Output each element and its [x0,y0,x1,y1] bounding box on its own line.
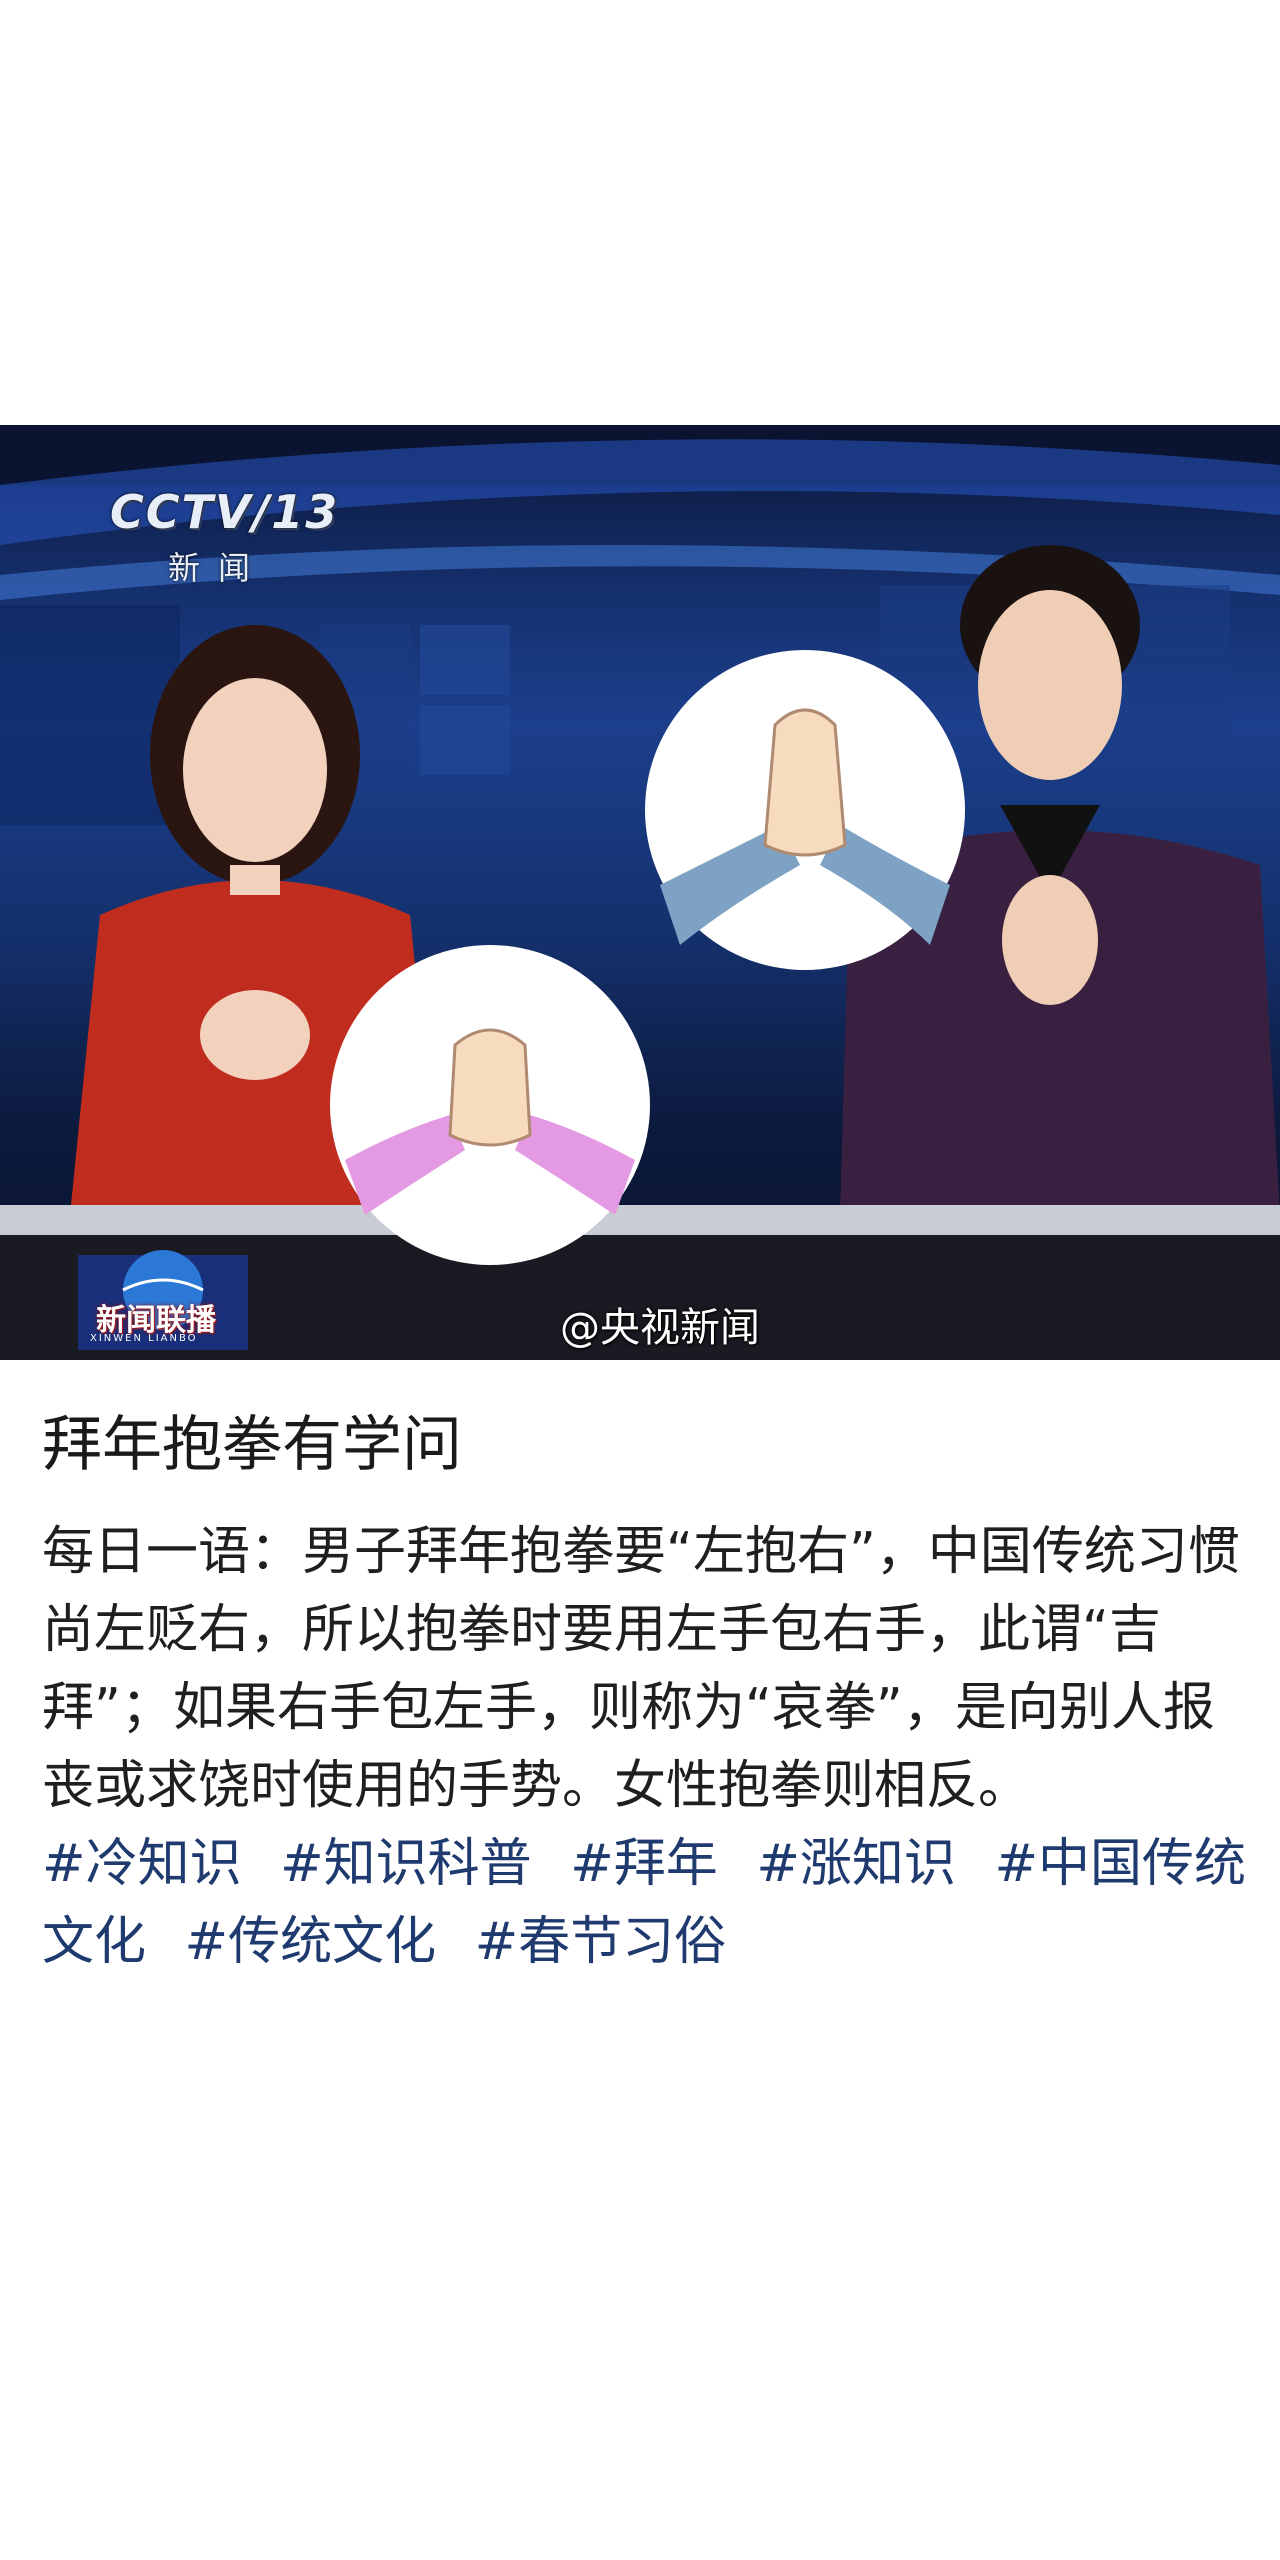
channel-logo: CCTV/13 [110,485,340,539]
hashtag-link[interactable]: #知识科普 [280,1834,532,1894]
hashtag-link[interactable]: #春节习俗 [475,1912,727,1972]
hashtag-link[interactable]: #冷知识 [42,1834,242,1894]
hashtag-link[interactable]: #涨知识 [756,1834,956,1894]
post-image[interactable]: CCTV/13 新闻 新闻联播 XINWEN LIANBO @央视新闻 [0,425,1280,1360]
male-gesture-illustration [645,650,965,970]
channel-subtitle: 新闻 [168,549,269,587]
image-watermark: @央视新闻 [560,1305,760,1351]
hashtag-list: #冷知识 #知识科普 #拜年 #涨知识 #中国传统文化 #传统文化 #春节习俗 [42,1825,1252,1981]
post-title: 拜年抱拳有学问 [42,1410,462,1480]
post-content: 拜年抱拳有学问 每日一语：男子拜年抱拳要“左抱右”，中国传统习惯尚左贬右，所以抱… [42,1405,1252,1981]
female-gesture-illustration [330,945,650,1265]
hashtag-link[interactable]: #传统文化 [185,1912,437,1972]
hashtag-link[interactable]: #拜年 [570,1834,718,1894]
program-subtitle: XINWEN LIANBO [90,1333,198,1344]
top-blank-area [0,0,1280,425]
post-body: 每日一语：男子拜年抱拳要“左抱右”，中国传统习惯尚左贬右，所以抱拳时要用左手包右… [42,1522,1240,1816]
